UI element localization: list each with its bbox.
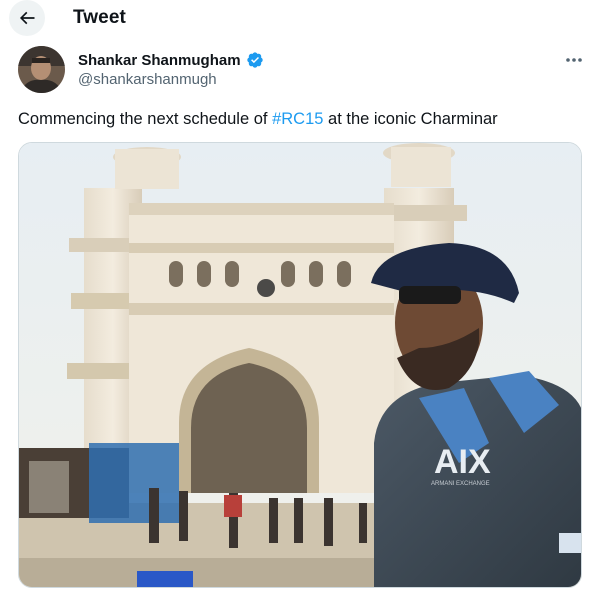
tweet-text-after: at the iconic Charminar (323, 110, 498, 128)
author-name[interactable]: Shankar Shanmugham (78, 51, 264, 69)
hashtag-link[interactable]: #RC15 (272, 110, 323, 128)
shirt-sublabel: ARMANI EXCHANGE (431, 481, 490, 487)
verified-badge-icon (246, 52, 263, 68)
author-handle[interactable]: @shankarshanmugh (78, 71, 217, 88)
tweet-text-before: Commencing the next schedule of (18, 110, 273, 128)
page-title: Tweet (73, 7, 126, 28)
more-dots-icon (566, 58, 582, 62)
avatar[interactable] (18, 46, 65, 93)
more-options-button[interactable] (560, 50, 588, 70)
photo-charminar-man-cap: AIX ARMANI EXCHANGE (19, 143, 581, 587)
arrow-left-icon (19, 11, 35, 25)
tweet-photo[interactable]: AIX ARMANI EXCHANGE (18, 142, 582, 588)
shirt-logo: AIX (434, 443, 491, 481)
author-name-text: Shankar Shanmugham (78, 51, 241, 69)
tweet-header: Tweet (0, 0, 594, 36)
tweet-text: Commencing the next schedule of #RC15 at… (18, 110, 498, 129)
back-button[interactable] (9, 0, 45, 36)
